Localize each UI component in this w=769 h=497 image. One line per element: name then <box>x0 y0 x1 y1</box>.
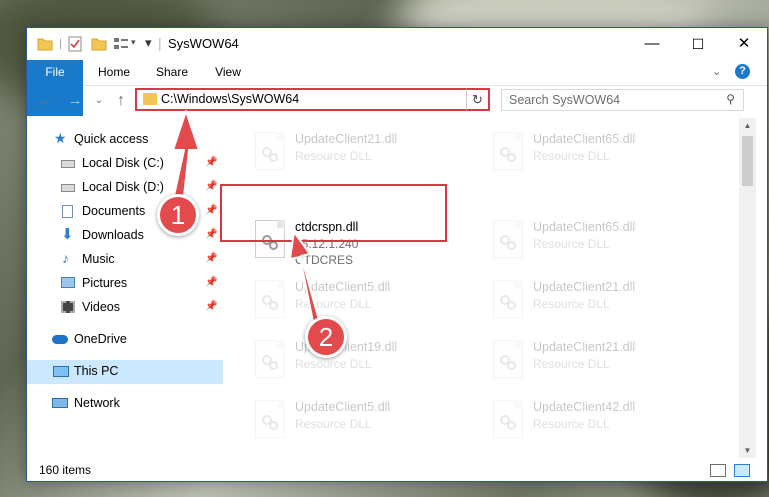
step-2-badge: 2 <box>305 316 347 358</box>
arrow-2-icon <box>289 231 320 323</box>
step-1-badge: 1 <box>157 194 199 236</box>
arrow-1-icon <box>171 110 200 207</box>
callout-arrows <box>171 110 320 323</box>
